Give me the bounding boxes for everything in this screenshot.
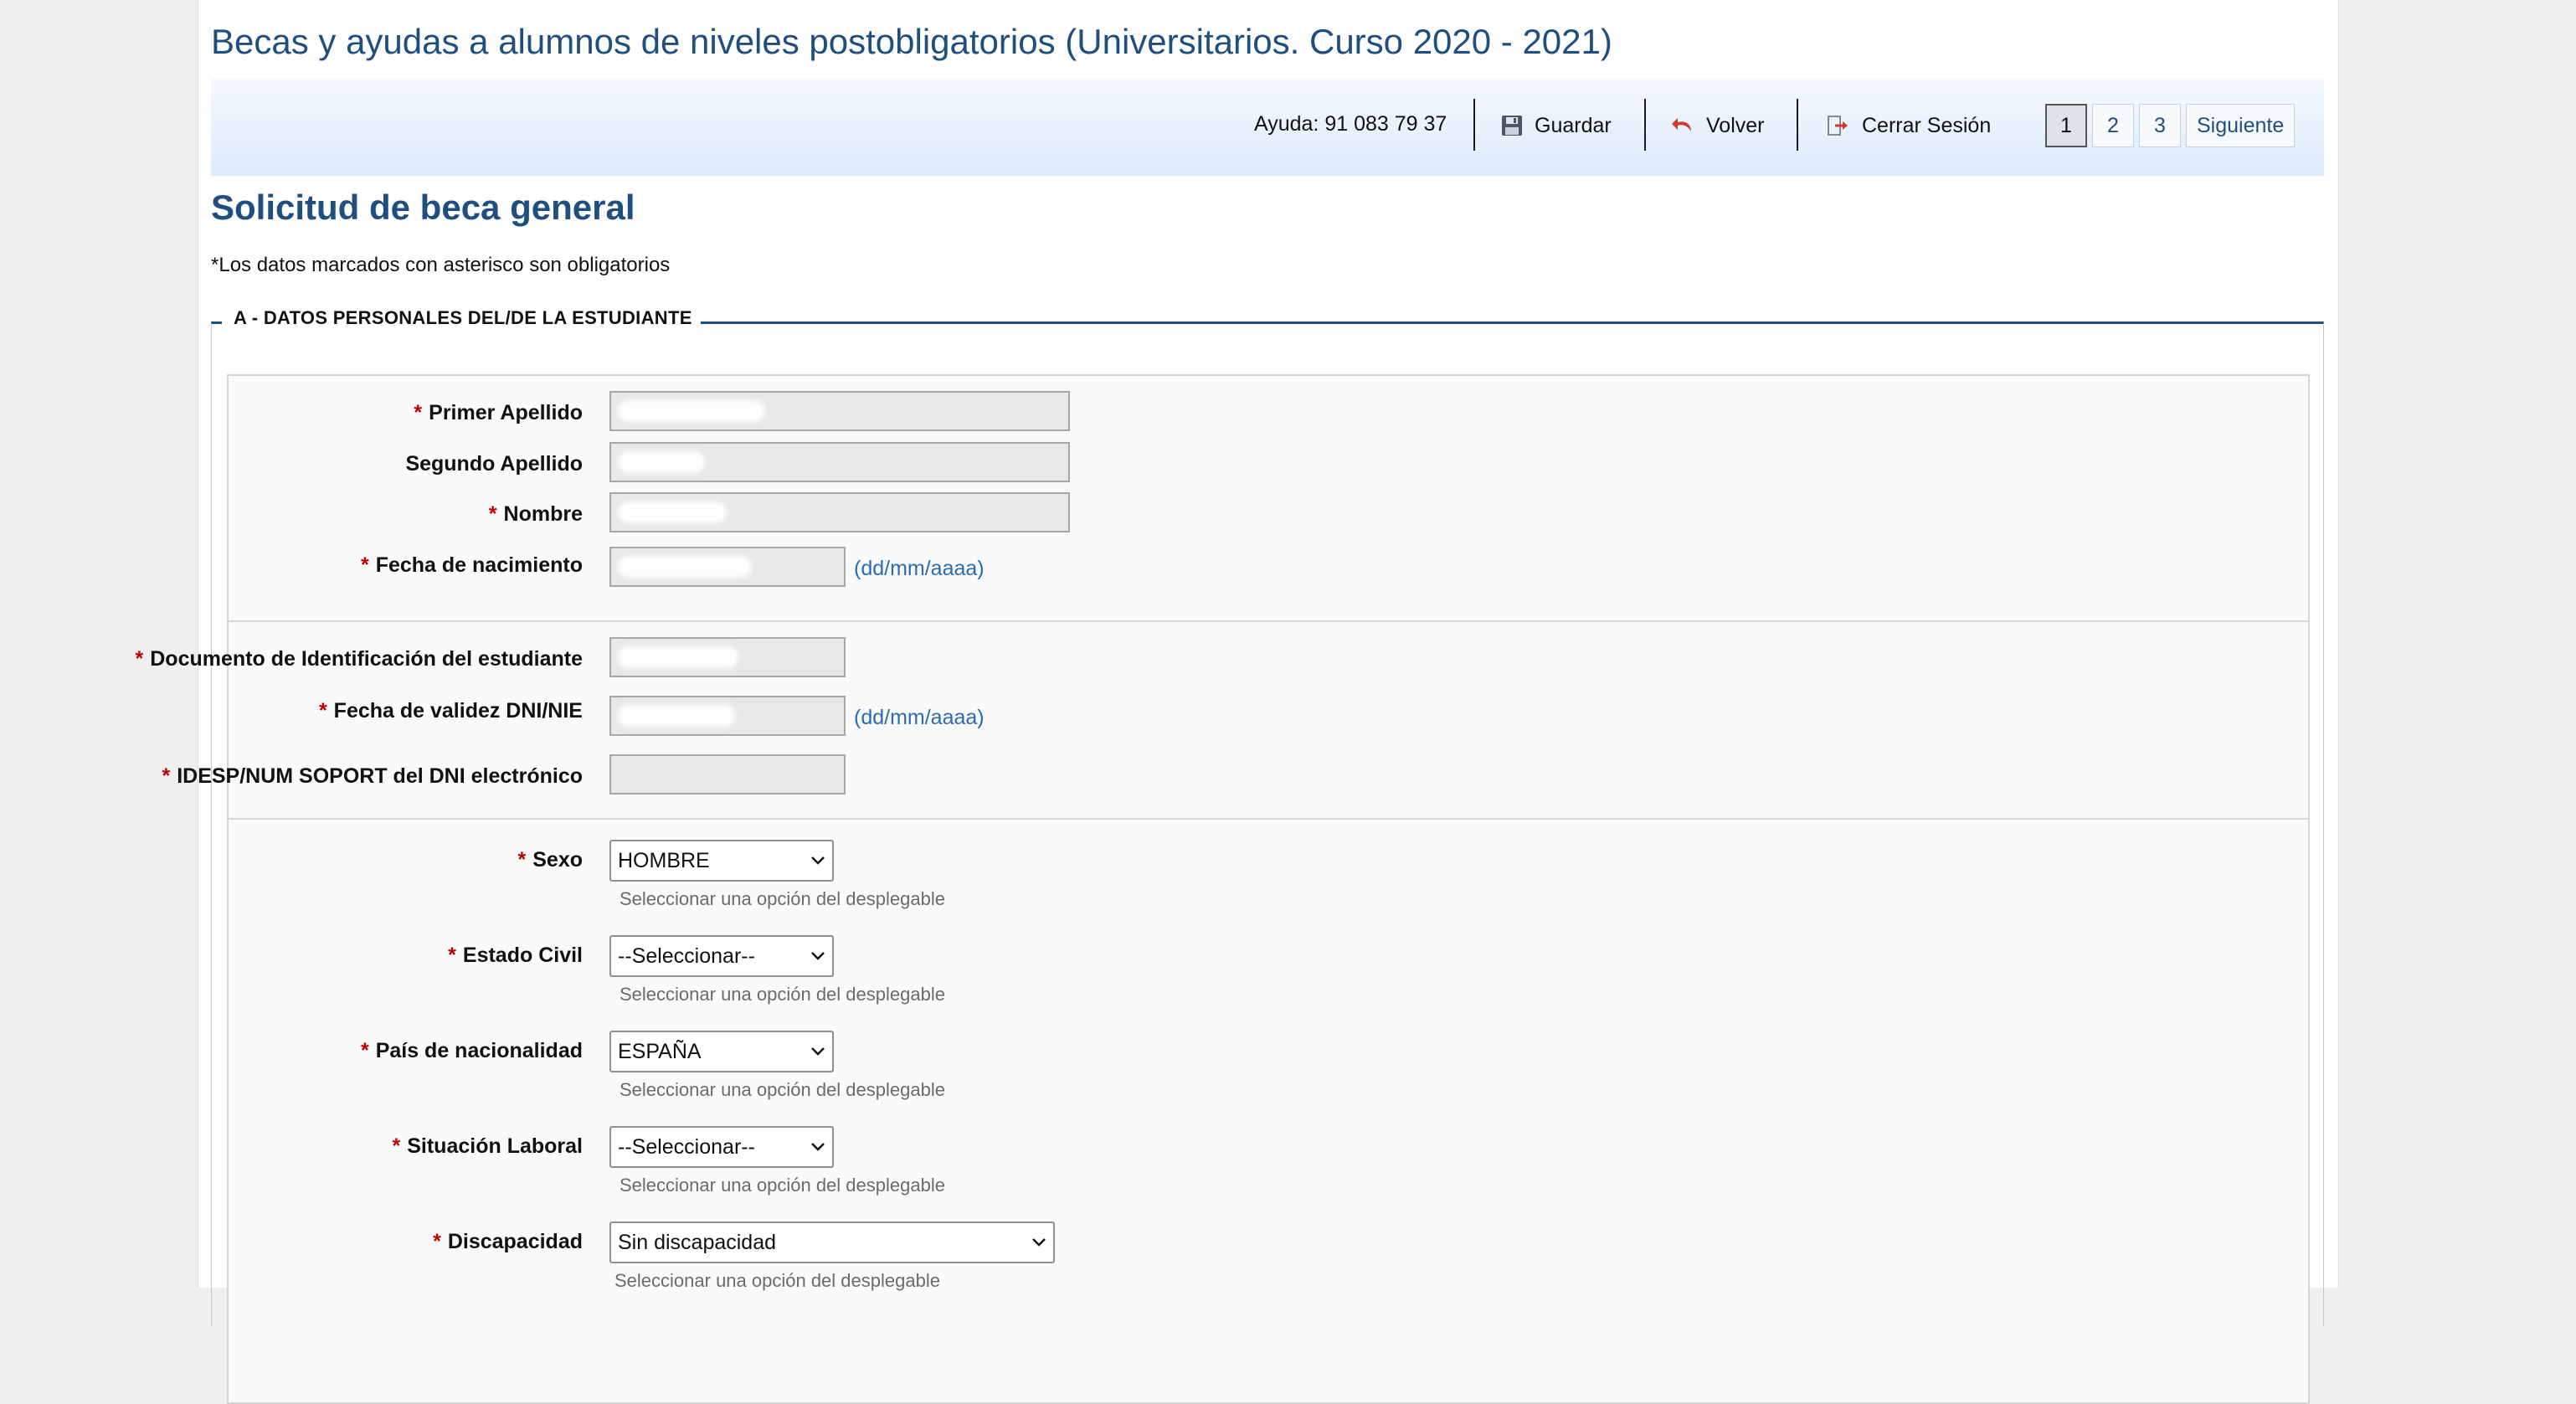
page-button-2[interactable]: 2 — [2092, 104, 2134, 147]
documento-input[interactable] — [609, 637, 846, 677]
row-situacion-laboral: * Situación Laboral --Seleccionar-- Selec… — [229, 1126, 2308, 1201]
row-segundo-apellido: Segundo Apellido — [229, 442, 2308, 484]
pagination: 1 2 3 Siguiente — [2045, 104, 2296, 147]
personal-situation-panel: * Sexo HOMBRE Seleccionar una opción del … — [227, 818, 2310, 1404]
row-idesp: * IDESP/NUM SOPORT del DNI electrónico — [162, 754, 2308, 796]
names-panel: * Primer Apellido Segundo Apellido * Nombr… — [227, 374, 2310, 622]
situacion-laboral-select[interactable]: --Seleccionar-- — [609, 1126, 834, 1168]
discapacidad-select[interactable]: Sin discapacidad — [609, 1221, 1055, 1263]
field-label: * Estado Civil — [448, 944, 583, 967]
row-fecha-nacimiento: * Fecha de nacimiento (dd/mm/aaaa) — [229, 543, 2308, 587]
toolbar-divider — [1797, 99, 1798, 151]
field-label: Segundo Apellido — [405, 452, 583, 476]
select-hint: Seleccionar una opción del desplegable — [620, 1079, 945, 1100]
page-button-1[interactable]: 1 — [2045, 104, 2087, 147]
logout-door-icon — [1827, 115, 1850, 136]
personal-data-section: A - DATOS PERSONALES DEL/DE LA ESTUDIANT… — [136, 307, 2324, 1404]
fecha-nacimiento-input[interactable] — [609, 547, 846, 587]
back-button[interactable]: Volver — [1671, 112, 1764, 139]
toolbar-divider — [1473, 99, 1475, 151]
field-label: * Fecha de validez DNI/NIE — [318, 699, 583, 723]
toolbar-divider — [1644, 99, 1646, 151]
row-pais: * País de nacionalidad ESPAÑA Seleccionar… — [229, 1031, 2308, 1106]
save-button[interactable]: Guardar — [1501, 112, 1612, 139]
redacted-value — [618, 556, 752, 578]
sexo-select[interactable]: HOMBRE — [609, 840, 834, 882]
pais-nacionalidad-select[interactable]: ESPAÑA — [609, 1031, 834, 1072]
row-nombre: * Nombre — [229, 492, 2308, 534]
page-title: Solicitud de beca general — [211, 188, 635, 227]
field-label: * Discapacidad — [433, 1230, 583, 1253]
redacted-value — [618, 501, 727, 523]
required-fields-note: *Los datos marcados con asterisco son ob… — [211, 254, 671, 276]
chevron-down-icon — [1032, 1238, 1046, 1247]
undo-arrow-icon — [1671, 115, 1694, 136]
id-document-panel: * Documento de Identificación del estudia… — [136, 620, 2310, 820]
select-hint: Seleccionar una opción del desplegable — [620, 984, 945, 1005]
logout-button[interactable]: Cerrar Sesión — [1827, 112, 1991, 139]
redacted-value — [618, 451, 705, 473]
date-format-hint: (dd/mm/aaaa) — [854, 557, 985, 580]
field-label: * Nombre — [488, 502, 583, 526]
fecha-validez-input[interactable] — [609, 696, 846, 736]
redacted-value — [618, 646, 738, 668]
redacted-value — [618, 400, 765, 422]
segundo-apellido-input[interactable] — [609, 442, 1070, 482]
field-label: * Fecha de nacimiento — [360, 553, 583, 577]
floppy-disk-icon — [1501, 115, 1523, 136]
field-label: * Documento de Identificación del estudia… — [135, 647, 583, 671]
save-button-label: Guardar — [1535, 113, 1612, 137]
chevron-down-icon — [811, 1047, 825, 1056]
field-label: * Primer Apellido — [414, 401, 583, 424]
chevron-down-icon — [811, 1143, 825, 1151]
section-legend: A - DATOS PERSONALES DEL/DE LA ESTUDIANT… — [222, 307, 701, 329]
field-label: * Situación Laboral — [392, 1134, 584, 1158]
page-container: Becas y ayudas a alumnos de niveles post… — [136, 0, 2339, 1404]
field-label: * Sexo — [517, 848, 584, 872]
primer-apellido-input[interactable] — [609, 391, 1070, 431]
app-title: Becas y ayudas a alumnos de niveles post… — [211, 22, 1612, 61]
row-primer-apellido: * Primer Apellido — [229, 391, 2308, 433]
chevron-down-icon — [811, 952, 825, 960]
back-button-label: Volver — [1706, 113, 1765, 137]
field-label: * IDESP/NUM SOPORT del DNI electrónico — [162, 764, 583, 788]
row-documento: * Documento de Identificación del estudia… — [136, 637, 2308, 679]
select-hint: Seleccionar una opción del desplegable — [614, 1270, 940, 1291]
estado-civil-select[interactable]: --Seleccionar-- — [609, 935, 834, 977]
toolbar: Ayuda: 91 083 79 37 Guardar Volver Cerra… — [211, 79, 2324, 176]
select-hint: Seleccionar una opción del desplegable — [620, 888, 945, 909]
row-sexo: * Sexo HOMBRE Seleccionar una opción del … — [229, 840, 2308, 915]
row-discapacidad: * Discapacidad Sin discapacidad Seleccion… — [229, 1221, 2308, 1297]
row-fecha-validez: * Fecha de validez DNI/NIE (dd/mm/aaaa) — [229, 692, 2308, 736]
help-phone: Ayuda: 91 083 79 37 — [1254, 112, 1447, 136]
page-button-3[interactable]: 3 — [2139, 104, 2181, 147]
redacted-value — [618, 705, 735, 727]
next-page-button[interactable]: Siguiente — [2186, 104, 2296, 147]
select-hint: Seleccionar una opción del desplegable — [620, 1175, 945, 1196]
date-format-hint: (dd/mm/aaaa) — [854, 706, 985, 729]
chevron-down-icon — [811, 856, 825, 865]
nombre-input[interactable] — [609, 492, 1070, 532]
field-label: * País de nacionalidad — [360, 1039, 583, 1062]
idesp-input[interactable] — [609, 754, 846, 795]
logout-button-label: Cerrar Sesión — [1862, 113, 1992, 137]
row-estado-civil: * Estado Civil --Seleccionar-- Selecciona… — [229, 935, 2308, 1011]
